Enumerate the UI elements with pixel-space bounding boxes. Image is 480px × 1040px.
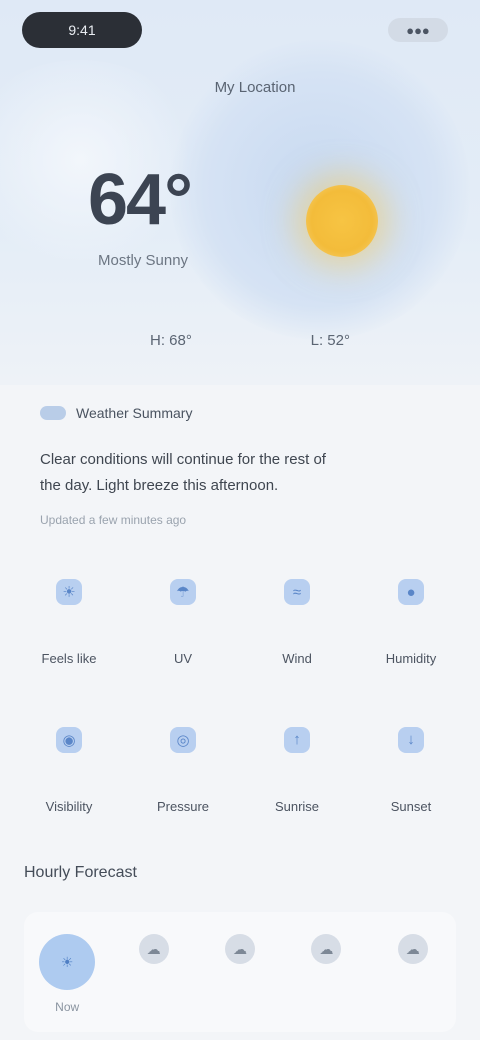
hourly-item[interactable]: ☁ [383,934,443,974]
detail-label: UV [173,651,193,666]
detail-label: Sunset [390,798,432,814]
status-icons: ●●● [406,22,430,38]
hourly-time: Now [55,1000,80,1014]
summary-header: Weather Summary [40,405,440,421]
hourly-forecast-strip[interactable]: ☀ Now ☁ ☁ ☁ ☁ [24,912,456,1032]
detail-label: Humidity [385,651,437,666]
detail-tile[interactable]: ◉ Visibility [12,703,126,851]
detail-tile[interactable]: ● Humidity [354,555,468,703]
humidity-icon: ● [398,579,424,605]
hourly-item[interactable]: ☁ [210,934,270,974]
summary-text: Clear conditions will continue for the r… [40,451,326,494]
detail-tile[interactable]: ◎ Pressure [126,703,240,851]
detail-tile[interactable]: ↓ Sunset [354,703,468,851]
status-time-pill: 9:41 [22,12,142,48]
hero-panel: 9:41 ●●● My Location 64° Mostly Sunny H:… [0,0,480,385]
summary-updated: Updated a few minutes ago [40,513,187,527]
cloud-icon: ☁ [311,934,342,964]
wind-icon: ≈ [284,579,310,605]
thermometer-icon: ☀ [56,579,82,605]
sun-icon [306,185,378,257]
high-low-row: H: 68° L: 52° [150,328,350,352]
summary-icon [40,406,66,420]
cloud-icon: ☁ [138,934,169,964]
detail-label: Visibility [45,798,93,814]
summary-label: Weather Summary [76,405,193,421]
status-time: 9:41 [68,22,96,38]
drop-icon: ☂ [170,579,196,605]
detail-tile[interactable]: ≈ Wind [240,555,354,703]
current-condition: Mostly Sunny [98,252,189,269]
detail-tile[interactable]: ☀ Feels like [12,555,126,703]
weather-summary-card[interactable]: Weather Summary Clear conditions will co… [0,385,480,535]
detail-label: Pressure [156,798,210,814]
cloud-icon: ☁ [397,934,428,964]
sun-icon: ☀ [39,934,96,990]
pressure-icon: ◎ [170,726,196,753]
low-temp: L: 52° [310,331,350,349]
detail-tile[interactable]: ↑ Sunrise [240,703,354,851]
detail-label: Wind [282,651,312,666]
hourly-item[interactable]: ☁ [124,934,184,974]
location-selector[interactable]: My Location [190,76,320,98]
sunset-icon: ↓ [398,726,424,753]
sunrise-icon: ↑ [284,726,310,753]
hourly-item[interactable]: ☁ [296,934,356,974]
location-label: My Location [214,78,296,96]
high-temp: H: 68° [150,331,192,349]
detail-label: Feels like [41,651,97,666]
current-temperature: 64° [88,160,193,240]
cloud-icon: ☁ [224,934,255,964]
details-grid: ☀ Feels like ☂ UV ≈ Wind ● Humidity ◉ Visibility ◎… [12,555,468,850]
detail-tile[interactable]: ☂ UV [126,555,240,703]
status-indicators: ●●● [388,18,448,42]
hourly-item[interactable]: ☀ Now [37,934,97,1014]
visibility-icon: ◉ [56,726,82,753]
hourly-title: Hourly Forecast [24,864,137,881]
detail-label: Sunrise [274,798,320,814]
